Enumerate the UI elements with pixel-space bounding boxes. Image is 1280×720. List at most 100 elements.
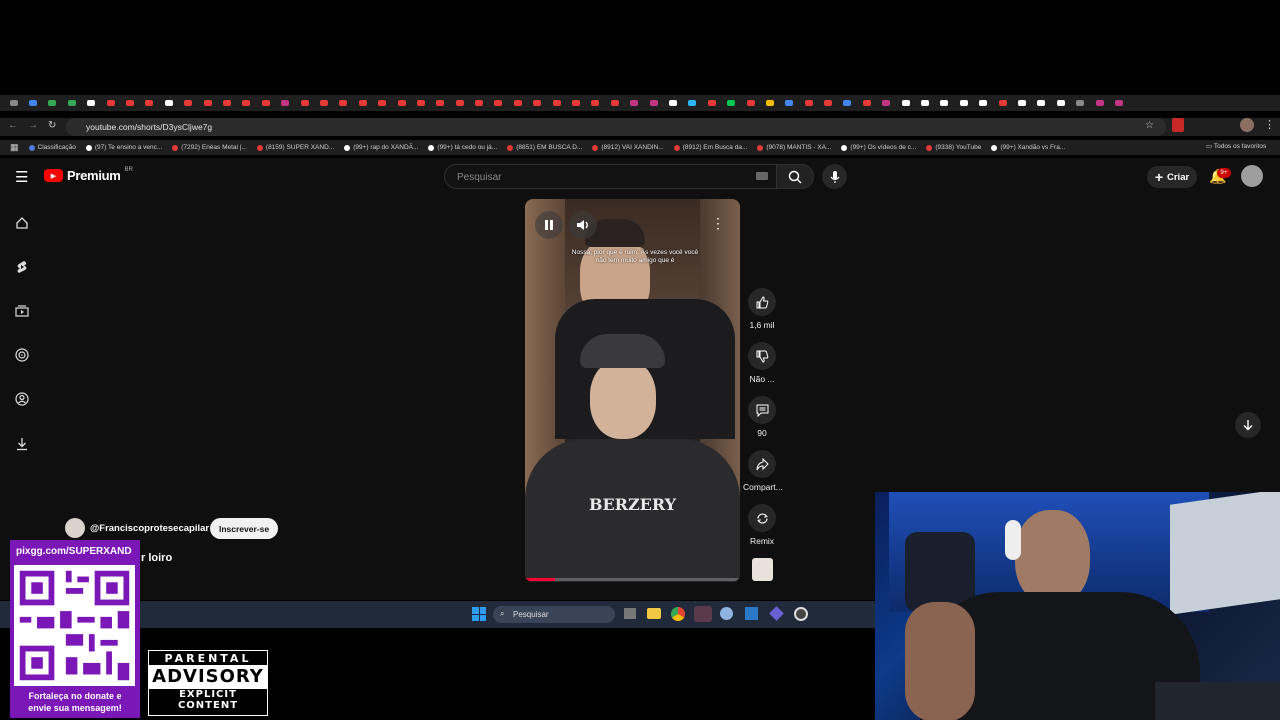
task-view-icon[interactable] xyxy=(624,608,636,619)
download-icon[interactable] xyxy=(14,436,30,452)
dislike-button[interactable]: Não ... xyxy=(743,342,781,384)
search-button[interactable] xyxy=(776,164,814,189)
share-button[interactable]: Compart... xyxy=(743,450,783,492)
browser-tab[interactable] xyxy=(702,95,721,111)
bookmark-item[interactable]: (99+) rap do XANDÃ... xyxy=(344,144,418,151)
progress-bar[interactable] xyxy=(525,578,740,581)
browser-tab[interactable] xyxy=(663,95,682,111)
browser-tab[interactable] xyxy=(43,95,62,111)
bookmark-item[interactable]: (8851) EM BUSCA D... xyxy=(507,144,582,151)
settings-app-icon[interactable] xyxy=(720,607,733,620)
steam-icon[interactable] xyxy=(694,606,712,622)
browser-tab[interactable] xyxy=(372,95,391,111)
browser-tab[interactable] xyxy=(469,95,488,111)
browser-tab[interactable] xyxy=(4,95,23,111)
browser-tab[interactable] xyxy=(954,95,973,111)
browser-tab[interactable] xyxy=(411,95,430,111)
create-button[interactable]: + Criar xyxy=(1147,166,1197,188)
obs-icon[interactable] xyxy=(794,607,808,621)
hamburger-menu-icon[interactable]: ☰ xyxy=(15,168,28,186)
search-input[interactable]: Pesquisar xyxy=(444,164,778,189)
browser-tab[interactable] xyxy=(198,95,217,111)
browser-tab[interactable] xyxy=(256,95,275,111)
bookmark-item[interactable]: (9078) MANTIS - XA... xyxy=(757,144,831,151)
browser-tab[interactable] xyxy=(644,95,663,111)
browser-tab[interactable] xyxy=(605,95,624,111)
bookmark-item[interactable]: Classificação xyxy=(28,144,76,151)
browser-tab[interactable] xyxy=(101,95,120,111)
browser-tab[interactable] xyxy=(915,95,934,111)
browser-tab[interactable] xyxy=(120,95,139,111)
browser-tab[interactable] xyxy=(896,95,915,111)
browser-tab[interactable] xyxy=(1012,95,1031,111)
bookmark-item[interactable]: (97) Te ensino a venc... xyxy=(85,144,162,151)
browser-tab[interactable] xyxy=(993,95,1012,111)
browser-tab[interactable] xyxy=(974,95,993,111)
browser-tab[interactable] xyxy=(566,95,585,111)
browser-tab[interactable] xyxy=(1070,95,1089,111)
browser-tab[interactable] xyxy=(586,95,605,111)
browser-tab[interactable] xyxy=(314,95,333,111)
browser-tab[interactable] xyxy=(741,95,760,111)
file-explorer-icon[interactable] xyxy=(647,608,661,619)
mute-button[interactable] xyxy=(569,211,597,239)
bookmark-item[interactable]: (99+) Xandão vs Fra... xyxy=(991,144,1065,151)
browser-tab[interactable] xyxy=(275,95,294,111)
chrome-icon[interactable] xyxy=(671,607,685,621)
browser-tab[interactable] xyxy=(1109,95,1128,111)
browser-tab[interactable] xyxy=(62,95,81,111)
keyboard-icon[interactable] xyxy=(756,172,768,180)
browser-tab[interactable] xyxy=(489,95,508,111)
like-button[interactable]: 1,6 mil xyxy=(743,288,781,330)
browser-tab[interactable] xyxy=(857,95,876,111)
browser-tab[interactable] xyxy=(392,95,411,111)
subscribe-button[interactable]: Inscrever-se xyxy=(210,518,278,539)
photos-app-icon[interactable] xyxy=(745,607,758,620)
browser-tab[interactable] xyxy=(1051,95,1070,111)
more-options-icon[interactable]: ⋮ xyxy=(711,215,725,232)
reload-icon[interactable]: ↻ xyxy=(48,120,56,131)
browser-tab[interactable] xyxy=(237,95,256,111)
back-icon[interactable]: ← xyxy=(8,120,18,131)
profile-avatar[interactable] xyxy=(1240,118,1254,132)
bookmark-item[interactable]: (7292) Enéas Metal |... xyxy=(172,144,247,151)
browser-tab[interactable] xyxy=(82,95,101,111)
browser-tab[interactable] xyxy=(159,95,178,111)
extension-icon[interactable] xyxy=(1172,118,1184,132)
bookmark-star-icon[interactable]: ☆ xyxy=(1145,120,1154,131)
you-icon[interactable] xyxy=(14,391,30,407)
browser-tab[interactable] xyxy=(683,95,702,111)
explore-icon[interactable] xyxy=(14,347,30,363)
sound-thumbnail[interactable] xyxy=(752,558,773,581)
browser-tab[interactable] xyxy=(760,95,779,111)
bookmark-item[interactable]: (8912) Em Busca da... xyxy=(673,144,747,151)
browser-tab[interactable] xyxy=(818,95,837,111)
browser-tab[interactable] xyxy=(877,95,896,111)
browser-tab[interactable] xyxy=(799,95,818,111)
subscriptions-icon[interactable] xyxy=(14,303,30,319)
browser-tab[interactable] xyxy=(1032,95,1051,111)
browser-tab[interactable] xyxy=(528,95,547,111)
bookmark-item[interactable]: (9338) YouTube xyxy=(926,144,981,151)
browser-tab[interactable] xyxy=(780,95,799,111)
youtube-logo[interactable]: ▶ Premium BR xyxy=(44,167,133,183)
browser-tab[interactable] xyxy=(217,95,236,111)
shorts-icon[interactable] xyxy=(14,259,30,275)
browser-tab[interactable] xyxy=(450,95,469,111)
browser-tab[interactable] xyxy=(334,95,353,111)
channel-name[interactable]: @Franciscoprotesecapilar xyxy=(90,523,209,534)
comments-button[interactable]: 90 xyxy=(743,396,781,438)
bookmark-item[interactable]: (8912) VAI XANDIN... xyxy=(592,144,664,151)
browser-tab[interactable] xyxy=(508,95,527,111)
remix-button[interactable]: Remix xyxy=(743,504,781,546)
browser-tab[interactable] xyxy=(353,95,372,111)
windows-start-icon[interactable] xyxy=(472,607,486,621)
account-avatar[interactable] xyxy=(1241,165,1263,187)
browser-tab[interactable] xyxy=(431,95,450,111)
voice-search-button[interactable] xyxy=(822,164,847,189)
bookmark-item[interactable]: (99+) tá cedo ou já... xyxy=(428,144,497,151)
forward-icon[interactable]: → xyxy=(28,120,38,131)
browser-tab[interactable] xyxy=(140,95,159,111)
bookmark-item[interactable]: (8159) SUPER XAND... xyxy=(256,144,334,151)
browser-tab[interactable] xyxy=(1090,95,1109,111)
